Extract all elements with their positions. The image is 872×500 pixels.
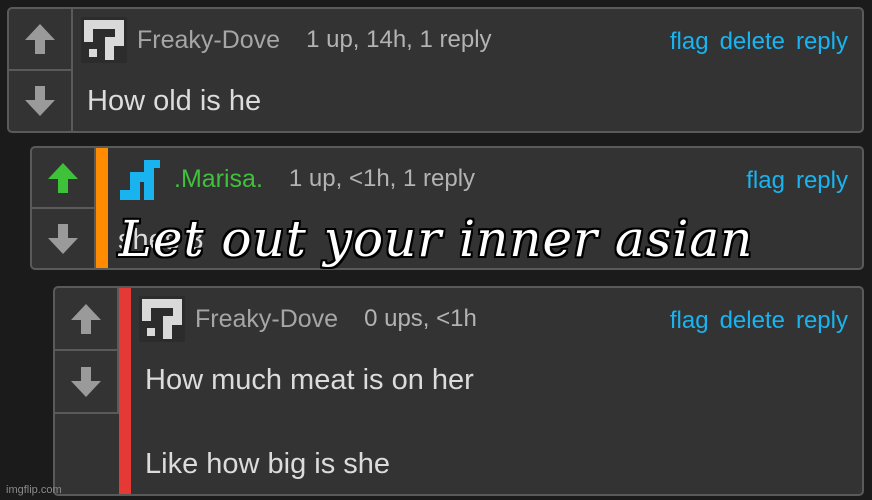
reply-link[interactable]: reply <box>796 28 848 56</box>
downvote-button[interactable] <box>9 69 71 131</box>
reply-link[interactable]: reply <box>796 167 848 195</box>
comment-text-line-2: Like how big is she <box>145 448 391 480</box>
flag-link[interactable]: flag <box>670 307 709 335</box>
delete-link[interactable]: delete <box>720 307 785 335</box>
delete-link[interactable]: delete <box>720 28 785 56</box>
watermark: imgflip.com <box>6 484 62 496</box>
username[interactable]: Freaky-Dove <box>137 26 280 55</box>
avatar[interactable] <box>81 17 127 63</box>
comment-text-line-1: How much meat is on her <box>145 364 474 396</box>
vote-column <box>55 288 119 414</box>
username[interactable]: .Marisa. <box>174 165 263 194</box>
upvote-button[interactable] <box>55 288 117 349</box>
arrow-up-icon <box>25 24 55 54</box>
comment-actions: flag reply <box>746 167 848 195</box>
reply-link[interactable]: reply <box>796 307 848 335</box>
arrow-up-icon <box>71 303 101 334</box>
vote-column <box>9 9 73 131</box>
comment-header: Freaky-Dove 1 up, 14h, 1 reply <box>81 17 492 63</box>
comment-header: Freaky-Dove 0 ups, <1h <box>139 296 477 342</box>
comment-actions: flag delete reply <box>670 307 848 335</box>
comment-actions: flag delete reply <box>670 28 848 56</box>
downvote-button[interactable] <box>55 349 117 412</box>
avatar[interactable] <box>118 156 164 202</box>
arrow-down-icon <box>25 86 55 116</box>
comment-meta: 0 ups, <1h <box>364 305 477 332</box>
flag-link[interactable]: flag <box>670 28 709 56</box>
arrow-up-icon <box>48 162 78 193</box>
upvote-button[interactable] <box>32 148 94 207</box>
arrow-down-icon <box>71 366 101 397</box>
upvote-button[interactable] <box>9 9 71 69</box>
reply-depth-stripe <box>119 288 131 494</box>
meme-caption: Let out your inner asian <box>118 210 754 268</box>
comment-text: How old is he <box>87 85 262 117</box>
comment-3: Freaky-Dove 0 ups, <1h flag delete reply… <box>53 286 864 496</box>
comment-meta: 1 up, 14h, 1 reply <box>306 26 492 53</box>
avatar[interactable] <box>139 296 185 342</box>
comment-header: .Marisa. 1 up, <1h, 1 reply <box>118 156 475 202</box>
comment-meta: 1 up, <1h, 1 reply <box>288 165 476 192</box>
comment-1: Freaky-Dove 1 up, 14h, 1 reply flag dele… <box>7 7 864 133</box>
flag-link[interactable]: flag <box>746 167 785 195</box>
username[interactable]: Freaky-Dove <box>195 305 338 334</box>
